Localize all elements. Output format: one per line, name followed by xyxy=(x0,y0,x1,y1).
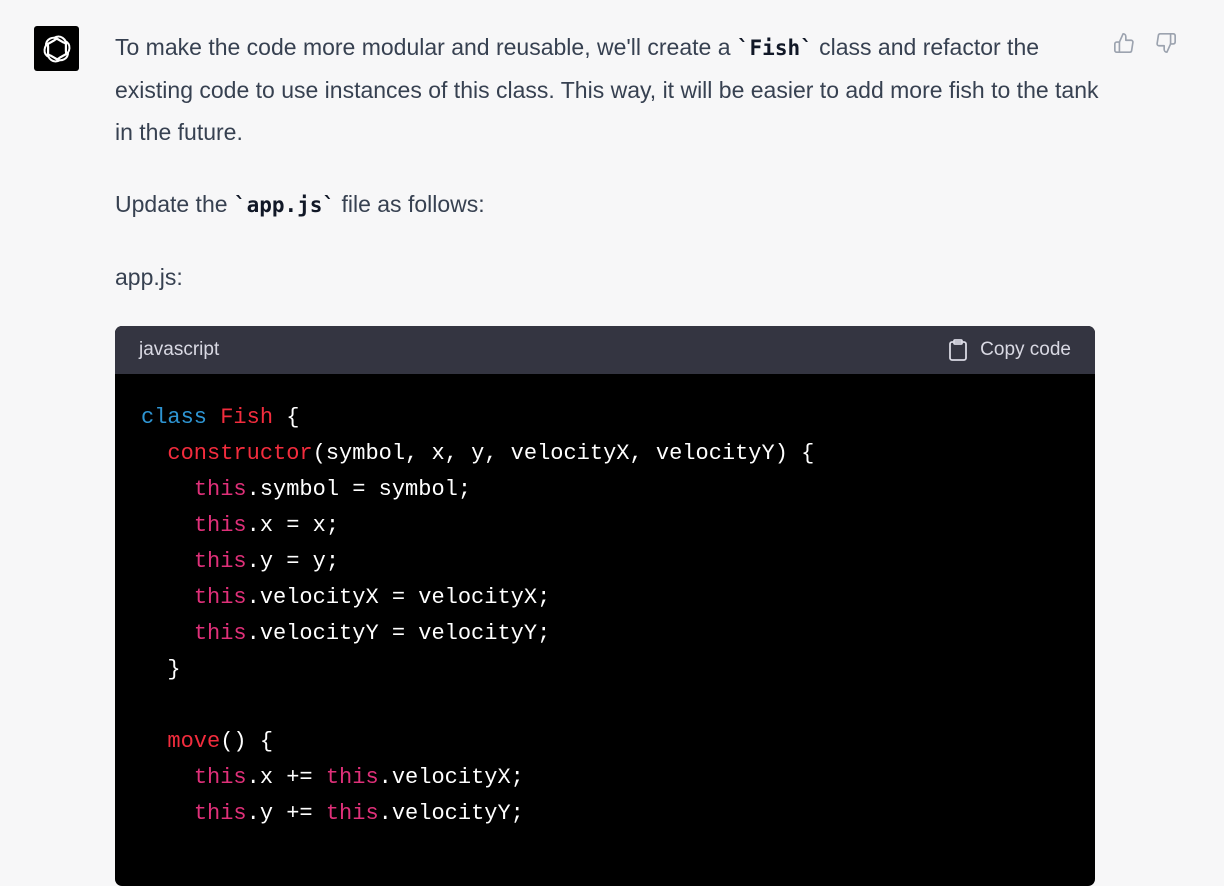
code-token: .symbol = symbol; xyxy=(246,477,472,502)
code-line: this.symbol = symbol; xyxy=(141,472,1069,508)
code-line: this.y = y; xyxy=(141,544,1069,580)
code-token: .velocityX; xyxy=(378,765,524,790)
code-block-header: javascript Copy code xyxy=(115,326,1095,374)
assistant-avatar xyxy=(34,26,79,71)
code-line: move() { xyxy=(141,724,1069,760)
code-body: class Fish { constructor(symbol, x, y, v… xyxy=(141,400,1069,832)
paragraph-text: file as follows: xyxy=(335,191,485,217)
thumbs-up-button[interactable] xyxy=(1112,30,1136,56)
code-line: this.x = x; xyxy=(141,508,1069,544)
code-token: { xyxy=(273,405,300,430)
code-token: this xyxy=(193,477,247,502)
code-line: this.y += this.velocityY; xyxy=(141,796,1069,832)
code-line: this.x += this.velocityX; xyxy=(141,760,1069,796)
code-line: class Fish { xyxy=(141,400,1069,436)
code-token: this xyxy=(193,549,247,574)
message-paragraph: Update the `app.js` file as follows: xyxy=(115,183,1105,226)
code-content: class Fish { constructor(symbol, x, y, v… xyxy=(115,374,1095,858)
code-token: () { xyxy=(220,729,274,754)
code-token: .x += xyxy=(246,765,326,790)
code-token: class xyxy=(141,405,208,430)
code-token: constructor xyxy=(167,441,313,466)
code-token: this xyxy=(193,621,247,646)
code-token: } xyxy=(141,657,181,682)
code-token: move xyxy=(167,729,221,754)
code-token: .x = x; xyxy=(246,513,340,538)
code-line: this.velocityY = velocityY; xyxy=(141,616,1069,652)
code-token: .y = y; xyxy=(246,549,340,574)
code-language-label: javascript xyxy=(139,339,220,360)
feedback-buttons xyxy=(1112,30,1178,56)
code-token: this xyxy=(325,765,379,790)
assistant-message: To make the code more modular and reusab… xyxy=(115,26,1105,298)
thumbs-down-button[interactable] xyxy=(1154,30,1178,56)
thumbs-up-icon xyxy=(1114,33,1134,53)
code-block: javascript Copy code class Fish { constr… xyxy=(115,326,1095,886)
paragraph-text: To make the code more modular and reusab… xyxy=(115,34,737,60)
code-token: .velocityY; xyxy=(378,801,524,826)
code-token: Fish xyxy=(220,405,274,430)
code-line: } xyxy=(141,652,1069,688)
copy-code-label: Copy code xyxy=(980,339,1071,360)
code-token: .velocityY = velocityY; xyxy=(246,621,551,646)
code-token: this xyxy=(193,585,247,610)
clipboard-icon xyxy=(949,339,968,361)
openai-logo-icon xyxy=(43,35,70,62)
inline-code: `Fish` xyxy=(736,36,813,60)
code-line: constructor(symbol, x, y, velocityX, vel… xyxy=(141,436,1069,472)
code-token: (symbol, x, y, velocityX, velocityY) { xyxy=(312,441,815,466)
code-line: this.velocityX = velocityX; xyxy=(141,580,1069,616)
code-token: this xyxy=(193,765,247,790)
code-token: .y += xyxy=(246,801,326,826)
inline-code: `app.js` xyxy=(233,193,336,217)
code-token: this xyxy=(193,801,247,826)
code-token: .velocityX = velocityX; xyxy=(246,585,551,610)
copy-code-button[interactable]: Copy code xyxy=(948,339,1071,361)
paragraph-text: Update the xyxy=(115,191,234,217)
message-paragraph: To make the code more modular and reusab… xyxy=(115,26,1105,153)
message-paragraph: app.js: xyxy=(115,264,183,290)
thumbs-down-icon xyxy=(1156,33,1176,53)
code-token: this xyxy=(325,801,379,826)
code-token: this xyxy=(193,513,247,538)
